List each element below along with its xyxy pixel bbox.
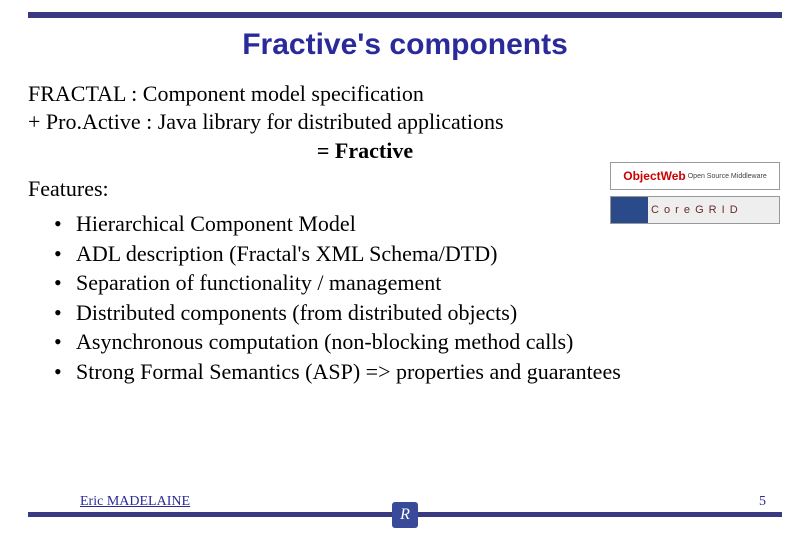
list-item: Distributed components (from distributed… — [54, 299, 782, 327]
objectweb-logo-text: ObjectWeb — [623, 169, 685, 183]
footer-badge-letter: R — [400, 506, 410, 524]
definition-line-fractal: FRACTAL : Component model specification — [28, 80, 782, 108]
list-item: Separation of functionality / management — [54, 269, 782, 297]
definition-line-proactive: + Pro.Active : Java library for distribu… — [28, 108, 782, 136]
footer-badge-icon: R — [392, 502, 418, 528]
footer-author: Eric MADELAINE — [80, 494, 190, 510]
features-list: Hierarchical Component Model ADL descrip… — [54, 210, 782, 385]
objectweb-logo-subtext: Open Source Middleware — [688, 173, 767, 180]
coregrid-logo: C o r e G R I D — [610, 196, 780, 224]
equation-fractive: = Fractive — [0, 137, 782, 165]
coregrid-logo-text: C o r e G R I D — [651, 204, 739, 216]
list-item: Strong Formal Semantics (ASP) => propert… — [54, 358, 782, 386]
list-item: Asynchronous computation (non-blocking m… — [54, 328, 782, 356]
slide-footer: Eric MADELAINE R 5 — [0, 512, 810, 542]
slide-title: Fractive's components — [0, 28, 810, 62]
top-divider — [28, 12, 782, 18]
objectweb-logo: ObjectWeb Open Source Middleware — [610, 162, 780, 190]
slide-body: FRACTAL : Component model specification … — [28, 80, 782, 385]
page-number: 5 — [759, 494, 766, 510]
sponsor-logos: ObjectWeb Open Source Middleware C o r e… — [610, 162, 780, 230]
list-item: ADL description (Fractal's XML Schema/DT… — [54, 240, 782, 268]
